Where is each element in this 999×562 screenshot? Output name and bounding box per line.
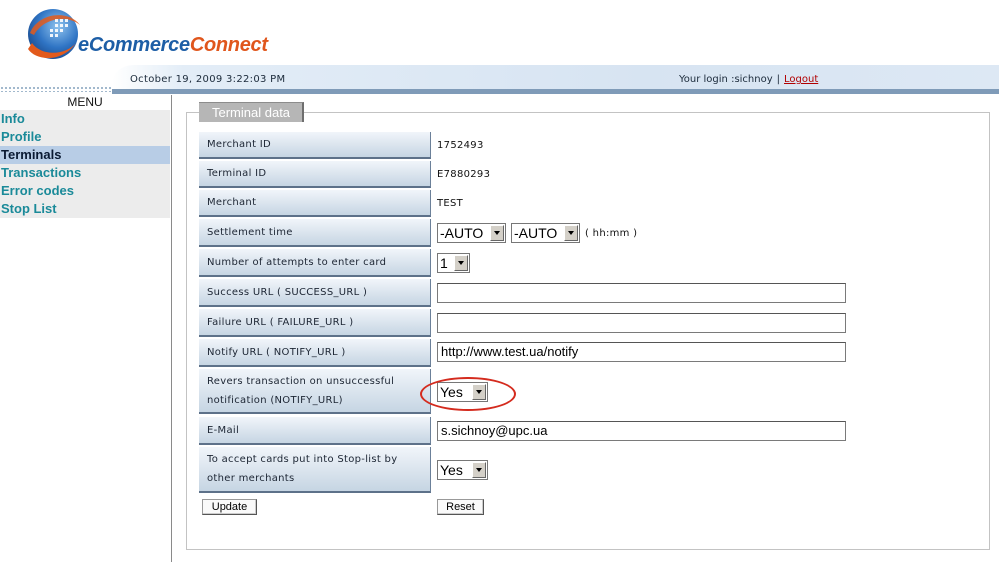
label-settlement-time: Settlement time — [199, 219, 431, 247]
attempts-value: 1 — [440, 255, 448, 271]
merchant-value: TEST — [437, 198, 464, 209]
sidebar-menu: Info Profile Terminals Transactions Erro… — [0, 110, 170, 218]
menu-title: MENU — [67, 95, 103, 109]
header-dots-decoration — [0, 86, 122, 92]
failure-url-input[interactable] — [437, 313, 846, 333]
login-username: sichnoy — [734, 74, 773, 85]
success-url-input[interactable] — [437, 283, 846, 303]
label-stop-list-line1: To accept cards put into Stop-list by — [207, 454, 398, 465]
settlement-time-hint: ( hh:mm ) — [585, 228, 638, 239]
brand-name: eCommerceConnect — [78, 34, 268, 56]
login-separator: | — [776, 74, 781, 85]
menu-item-transactions[interactable]: Transactions — [0, 164, 170, 182]
sidebar-divider — [171, 95, 172, 562]
header-bar-line — [112, 89, 999, 94]
menu-item-stop-list[interactable]: Stop List — [0, 200, 170, 218]
menu-item-info[interactable]: Info — [0, 110, 170, 128]
chevron-down-icon — [454, 255, 468, 271]
logo: eCommerceConnect — [22, 3, 312, 65]
label-notify-url: Notify URL ( NOTIFY_URL ) — [199, 339, 431, 367]
label-stop-list-line2: other merchants — [207, 473, 295, 484]
label-revers-transaction: Revers transaction on unsuccessful notif… — [199, 369, 431, 414]
label-email: E-Mail — [199, 417, 431, 445]
merchant-id-value: 1752493 — [437, 140, 484, 151]
stop-list-accept-value: Yes — [440, 462, 463, 478]
tab-terminal-data: Terminal data — [199, 102, 305, 122]
logo-globe-icon — [28, 9, 80, 59]
chevron-down-icon — [472, 462, 486, 478]
logout-link[interactable]: Logout — [784, 74, 818, 85]
login-info: Your login :sichnoy | Logout — [679, 74, 818, 85]
highlight-circle-annotation — [420, 377, 516, 411]
attempts-select[interactable]: 1 — [437, 253, 470, 273]
menu-item-terminals[interactable]: Terminals — [0, 146, 170, 164]
label-revers-line2: notification (NOTIFY_URL) — [207, 394, 343, 406]
label-revers-line1: Revers transaction on unsuccessful — [207, 375, 395, 387]
terminal-id-value: E7880293 — [437, 169, 491, 180]
current-datetime: October 19, 2009 3:22:03 PM — [130, 74, 286, 85]
label-merchant: Merchant — [199, 190, 431, 217]
reset-button[interactable]: Reset — [437, 499, 484, 515]
settlement-hours-value: -AUTO — [440, 225, 484, 241]
settlement-minutes-value: -AUTO — [514, 225, 558, 241]
label-stop-list-accept: To accept cards put into Stop-list by ot… — [199, 447, 431, 493]
settlement-minutes-select[interactable]: -AUTO — [511, 223, 580, 243]
login-prefix: Your login : — [679, 74, 735, 85]
chevron-down-icon — [490, 225, 504, 241]
menu-item-error-codes[interactable]: Error codes — [0, 182, 170, 200]
notify-url-input[interactable]: http://www.test.ua/notify — [437, 342, 846, 362]
label-merchant-id: Merchant ID — [199, 132, 431, 159]
label-failure-url: Failure URL ( FAILURE_URL ) — [199, 309, 431, 337]
label-success-url: Success URL ( SUCCESS_URL ) — [199, 279, 431, 307]
email-input[interactable]: s.sichnoy@upc.ua — [437, 421, 846, 441]
settlement-hours-select[interactable]: -AUTO — [437, 223, 506, 243]
stop-list-accept-select[interactable]: Yes — [437, 460, 488, 480]
menu-item-profile[interactable]: Profile — [0, 128, 170, 146]
chevron-down-icon — [564, 225, 578, 241]
label-terminal-id: Terminal ID — [199, 161, 431, 188]
update-button[interactable]: Update — [202, 499, 257, 515]
label-attempts: Number of attempts to enter card — [199, 249, 431, 277]
